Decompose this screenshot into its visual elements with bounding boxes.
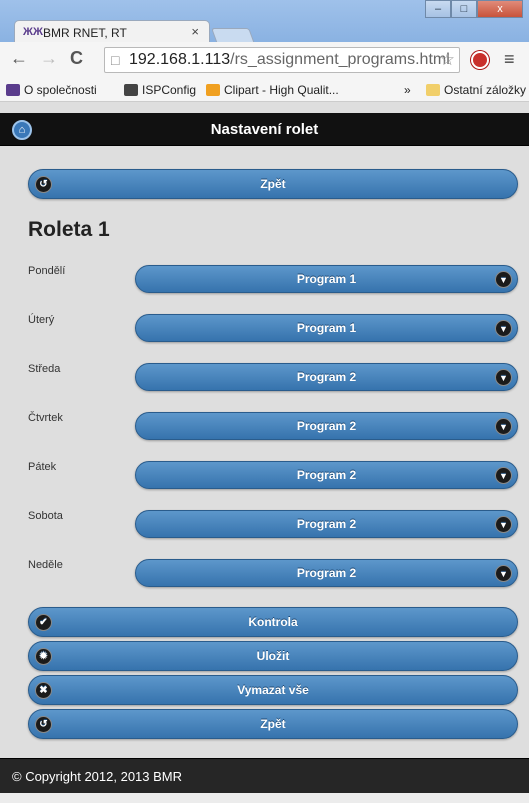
url-host: 192.168.1.113	[129, 51, 231, 68]
address-bar[interactable]: □ 192.168.1.113/rs_assignment_programs.h…	[104, 47, 460, 73]
chevron-down-icon: ▼	[495, 467, 512, 484]
select-value: Program 2	[296, 517, 357, 531]
chevron-down-icon: ▼	[495, 320, 512, 337]
page-icon: □	[111, 52, 120, 68]
company-favicon-icon	[6, 84, 20, 96]
day-label-tuesday: Úterý	[28, 314, 55, 326]
back-button-bottom[interactable]: ↺ Zpět	[28, 709, 518, 739]
chevron-down-icon: ▼	[495, 271, 512, 288]
day-label-saturday: Sobota	[28, 510, 63, 522]
gear-icon: ✹	[35, 648, 52, 665]
browser-titlebar: ЖЖ BMR RNET, RT × – □ x	[0, 0, 529, 44]
tab-close-icon[interactable]: ×	[191, 24, 199, 39]
bottom-strip	[0, 793, 529, 803]
window-controls: – □ x	[425, 0, 523, 18]
back-arrow-icon[interactable]: ←	[10, 48, 28, 69]
program-select-saturday[interactable]: Program 2 ▼	[135, 510, 518, 538]
ispconfig-favicon-icon	[124, 84, 138, 96]
select-value: Program 1	[296, 321, 357, 335]
check-icon: ✔	[35, 614, 52, 631]
bookmark-label: ISPConfig	[142, 83, 197, 97]
program-select-monday[interactable]: Program 1 ▼	[135, 265, 518, 293]
bookmark-star-icon[interactable]: ☆	[440, 50, 455, 70]
day-label-monday: Pondělí	[28, 265, 66, 277]
folder-icon	[426, 84, 440, 96]
day-label-sunday: Neděle	[28, 559, 63, 571]
page-footer: © Copyright 2012, 2013 BMR	[0, 758, 529, 793]
check-button[interactable]: ✔ Kontrola	[28, 607, 518, 637]
window-close-button[interactable]: x	[477, 0, 523, 18]
roleta-heading: Roleta 1	[28, 218, 110, 241]
bookmarks-bar: O společnosti ISPConfig Clipart - High Q…	[0, 78, 529, 102]
address-url: 192.168.1.113/rs_assignment_programs.htm…	[129, 51, 450, 69]
clear-all-button-label: Vymazat vše	[237, 683, 309, 697]
check-button-label: Kontrola	[248, 615, 298, 629]
app-header: ⌂ Nastavení rolet	[0, 113, 529, 146]
program-select-thursday[interactable]: Program 2 ▼	[135, 412, 518, 440]
chevron-down-icon: ▼	[495, 565, 512, 582]
save-button-label: Uložit	[256, 649, 290, 663]
page-title: Nastavení rolet	[210, 121, 319, 138]
chevron-down-icon: ▼	[495, 369, 512, 386]
back-icon: ↺	[35, 176, 52, 193]
copyright-text: © Copyright 2012, 2013 BMR	[12, 769, 183, 784]
clear-all-button[interactable]: ✖ Vymazat vše	[28, 675, 518, 705]
browser-toolbar: ← → C □ 192.168.1.113/rs_assignment_prog…	[0, 42, 529, 78]
bookmarks-overflow-icon[interactable]: »	[404, 83, 411, 97]
back-button-label: Zpět	[260, 717, 286, 731]
select-value: Program 2	[296, 468, 357, 482]
page-gap	[0, 102, 529, 113]
tab-title: BMR RNET, RT	[43, 26, 127, 40]
program-select-wednesday[interactable]: Program 2 ▼	[135, 363, 518, 391]
forward-arrow-icon[interactable]: →	[40, 48, 58, 69]
bookmark-label: O společnosti	[24, 83, 97, 97]
select-value: Program 1	[296, 272, 357, 286]
day-label-wednesday: Středa	[28, 363, 61, 375]
day-label-friday: Pátek	[28, 461, 57, 473]
select-value: Program 2	[296, 566, 357, 580]
select-value: Program 2	[296, 419, 357, 433]
back-button-label: Zpět	[260, 177, 286, 191]
program-select-tuesday[interactable]: Program 1 ▼	[135, 314, 518, 342]
program-select-friday[interactable]: Program 2 ▼	[135, 461, 518, 489]
maximize-button[interactable]: □	[451, 0, 477, 18]
select-value: Program 2	[296, 370, 357, 384]
stop-extension-icon[interactable]	[471, 51, 489, 69]
browser-tab[interactable]: ЖЖ BMR RNET, RT ×	[14, 20, 210, 44]
reload-icon[interactable]: C	[70, 48, 83, 69]
chevron-down-icon: ▼	[495, 418, 512, 435]
clipart-favicon-icon	[206, 84, 220, 96]
tab-favicon-icon: ЖЖ	[23, 26, 43, 38]
chevron-down-icon: ▼	[495, 516, 512, 533]
bookmark-item-company[interactable]: O společnosti	[6, 83, 97, 97]
back-button-top[interactable]: ↺ Zpět	[28, 169, 518, 199]
other-bookmarks-label: Ostatní záložky	[444, 83, 527, 97]
url-path: /rs_assignment_programs.html	[230, 51, 450, 68]
day-label-thursday: Čtvrtek	[28, 412, 63, 424]
back-icon: ↺	[35, 716, 52, 733]
menu-icon[interactable]: ≡	[504, 49, 515, 70]
bookmark-item-ispconfig[interactable]: ISPConfig	[124, 83, 196, 97]
minimize-button[interactable]: –	[425, 0, 451, 18]
program-select-sunday[interactable]: Program 2 ▼	[135, 559, 518, 587]
bookmark-item-clipart[interactable]: Clipart - High Qualit...	[206, 83, 339, 97]
bookmark-label: Clipart - High Qualit...	[224, 83, 339, 97]
other-bookmarks-folder[interactable]: Ostatní záložky	[426, 83, 526, 97]
delete-icon: ✖	[35, 682, 52, 699]
save-button[interactable]: ✹ Uložit	[28, 641, 518, 671]
